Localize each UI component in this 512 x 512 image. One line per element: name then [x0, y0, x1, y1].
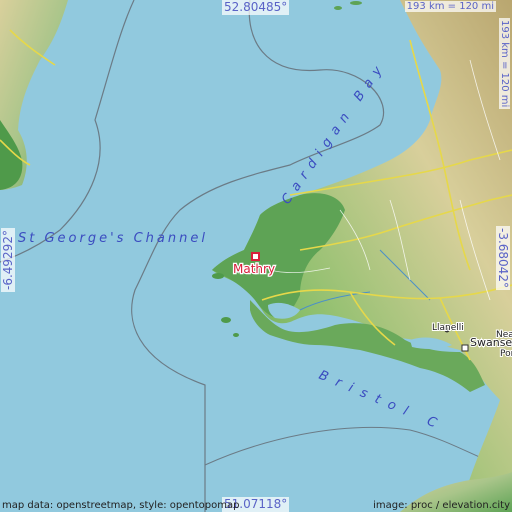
topographic-map[interactable]: St George's Channel Cardigan Bay Bristol…: [0, 0, 512, 512]
llanelli-label: Llanelli: [432, 323, 464, 333]
swansea-label: Swanse: [470, 336, 512, 349]
right-longitude-label: -3.68042°: [496, 226, 510, 290]
scale-bar-vertical: 193 km = 120 mi: [499, 18, 510, 110]
mathry-marker[interactable]: [251, 252, 260, 261]
port-label: Por: [500, 349, 512, 359]
island: [350, 1, 362, 5]
attribution-map-data: map data: openstreetmap, style: opentopo…: [2, 500, 240, 511]
swansea-marker: [461, 344, 469, 352]
island: [334, 6, 342, 10]
left-longitude-wrap: -6.49292°: [1, 228, 15, 372]
st-georges-channel-label: St George's Channel: [18, 231, 208, 246]
mathry-label[interactable]: Mathry: [232, 261, 277, 278]
left-longitude-label: -6.49292°: [1, 228, 15, 292]
attribution-image-credit: image: proc / elevation.city: [373, 500, 510, 511]
right-longitude-wrap: -3.68042°: [496, 226, 511, 306]
island: [221, 317, 231, 323]
top-latitude-label: 52.80485°: [222, 0, 290, 15]
scale-bar-horizontal: 193 km = 120 mi: [404, 1, 496, 12]
island: [233, 333, 239, 337]
scale-bar-vertical-wrap: 193 km = 120 mi: [497, 18, 511, 128]
island: [212, 273, 224, 279]
